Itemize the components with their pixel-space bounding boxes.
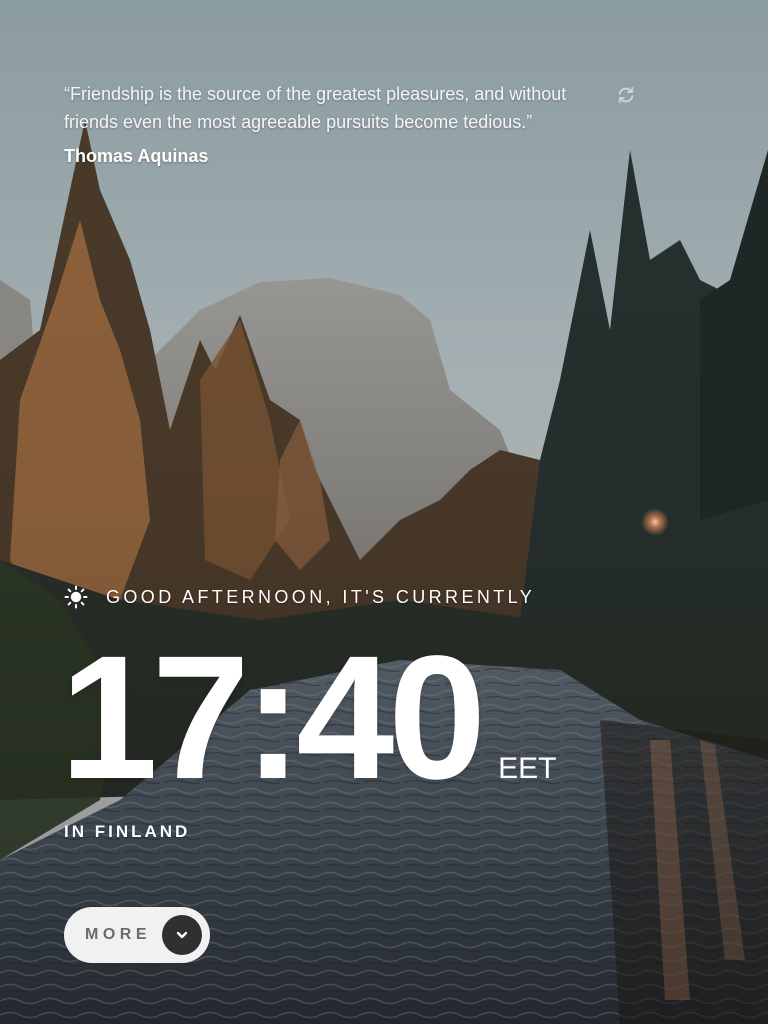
more-button-toggle[interactable] [162, 915, 202, 955]
location-text: IN FINLAND [64, 822, 191, 841]
refresh-icon [618, 87, 634, 104]
clock-time: 17:40 [60, 620, 486, 816]
clock-timezone: EET [498, 752, 557, 785]
chevron-down-icon [176, 931, 188, 939]
greeting-text: GOOD AFTERNOON, IT'S CURRENTLY [106, 586, 536, 607]
clock-row: 17:40 EET [60, 628, 557, 808]
quote-row: “Friendship is the source of the greates… [64, 80, 664, 136]
greeting-row: GOOD AFTERNOON, IT'S CURRENTLY [64, 585, 535, 609]
refresh-quote-button[interactable] [615, 84, 637, 106]
sun-icon [64, 585, 88, 609]
quote-text: “Friendship is the source of the greates… [64, 84, 567, 132]
more-button[interactable]: MORE [64, 907, 210, 963]
quote-author: Thomas Aquinas [64, 146, 209, 166]
quote-block: “Friendship is the source of the greates… [64, 80, 664, 167]
more-button-label: MORE [85, 926, 151, 943]
